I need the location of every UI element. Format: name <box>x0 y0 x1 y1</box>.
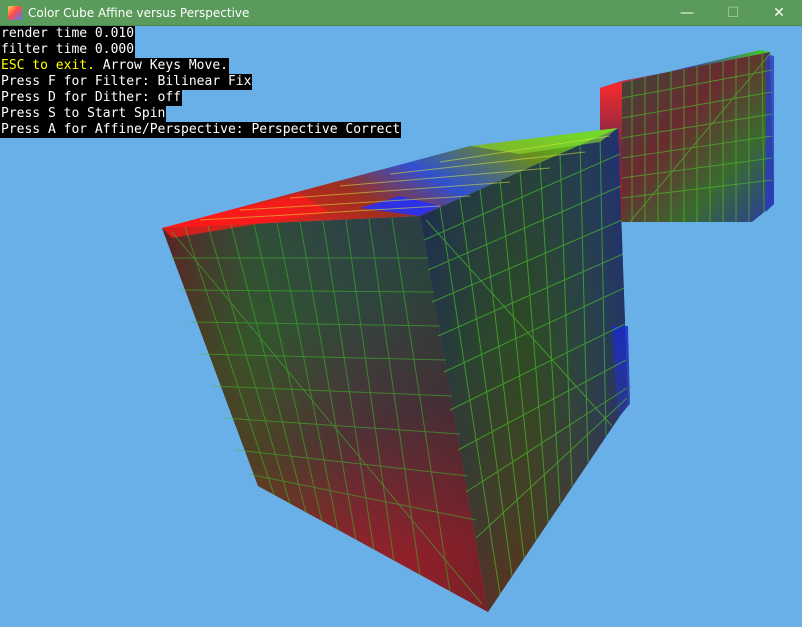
app-icon <box>8 5 22 20</box>
affine-mode-text: Press A for Affine/Perspective: Perspect… <box>0 122 402 138</box>
maximize-button[interactable]: ☐ <box>710 0 756 26</box>
filter-time-text: filter time 0.000 <box>0 42 136 58</box>
filter-mode-text: Press F for Filter: Bilinear Fix <box>0 74 253 90</box>
arrow-keys-text: Arrow Keys Move. <box>94 58 228 73</box>
spin-toggle-text: Press S to Start Spin <box>0 106 167 122</box>
app-window: Color Cube Affine versus Perspective — ☐… <box>0 0 802 627</box>
hud-overlay: render time 0.010 filter time 0.000 ESC … <box>0 26 402 138</box>
esc-exit-text: ESC to exit. <box>1 58 95 73</box>
minimize-button[interactable]: — <box>664 0 710 26</box>
dither-mode-text: Press D for Dither: off <box>0 90 183 106</box>
small-cube <box>600 50 774 223</box>
big-cube <box>162 128 630 612</box>
render-time-text: render time 0.010 <box>0 26 136 42</box>
title-bar[interactable]: Color Cube Affine versus Perspective — ☐… <box>0 0 802 26</box>
controls-help-text: ESC to exit. Arrow Keys Move. <box>0 58 229 74</box>
close-button[interactable]: ✕ <box>756 0 802 26</box>
small-cube-grid <box>621 53 773 223</box>
window-title: Color Cube Affine versus Perspective <box>28 5 250 20</box>
window-controls: — ☐ ✕ <box>664 0 802 26</box>
